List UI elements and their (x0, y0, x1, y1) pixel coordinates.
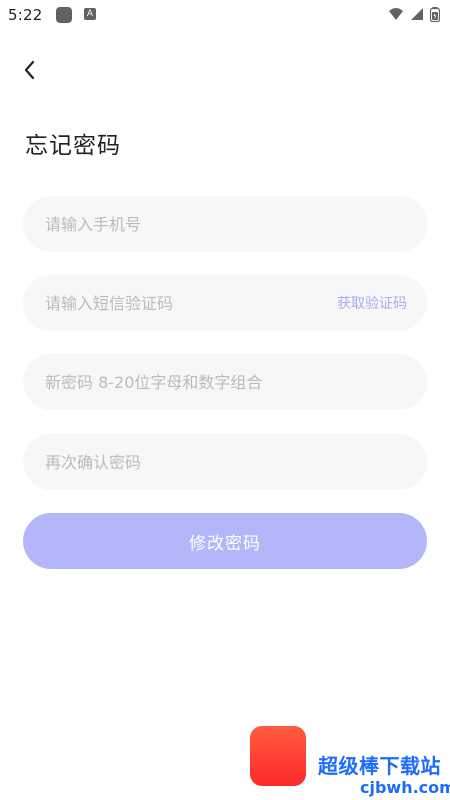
watermark: 超级棒下载站 cjbwh.com (250, 716, 450, 800)
a-app-icon: A (84, 8, 96, 20)
change-password-button[interactable]: 修改密码 (23, 513, 427, 569)
signal-icon (411, 8, 423, 20)
confirm-password-input[interactable] (43, 451, 407, 473)
sms-code-input[interactable] (43, 292, 337, 314)
status-time: 5:22 (8, 6, 43, 24)
page-title: 忘记密码 (25, 133, 121, 159)
back-button[interactable] (16, 56, 44, 84)
watermark-logo (250, 726, 306, 786)
wifi-icon (389, 8, 403, 20)
watermark-url: cjbwh.com (360, 778, 450, 797)
square-app-icon (56, 7, 72, 23)
new-password-input[interactable] (43, 371, 407, 393)
status-icons (388, 6, 440, 22)
watermark-text: 超级棒下载站 (318, 754, 441, 778)
battery-icon (430, 7, 440, 22)
get-code-button[interactable]: 获取验证码 (337, 293, 407, 313)
confirm-password-field[interactable] (23, 434, 427, 490)
sms-code-field[interactable]: 获取验证码 (23, 275, 427, 331)
phone-field[interactable] (23, 196, 427, 252)
status-bar: 5:22 A (0, 0, 450, 32)
chevron-left-icon (24, 60, 35, 80)
new-password-field[interactable] (23, 354, 427, 410)
phone-input[interactable] (43, 213, 407, 235)
